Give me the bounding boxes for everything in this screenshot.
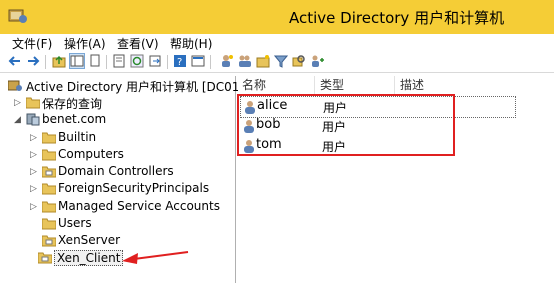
user-icon: [245, 101, 255, 114]
column-header-description[interactable]: 描述: [400, 76, 548, 94]
toolbar: ?: [0, 52, 554, 73]
menu-action[interactable]: 操作(A): [64, 35, 106, 52]
annotation-arrow-icon: [122, 251, 189, 264]
expand-arrow-icon[interactable]: ▷: [30, 150, 40, 160]
details-pane: 名称 类型 描述 alice 用户 bob 用户 tom 用户: [238, 76, 554, 283]
filter-icon[interactable]: [274, 54, 288, 68]
up-icon[interactable]: [52, 54, 66, 68]
console-icon[interactable]: [191, 54, 205, 68]
add-ou-icon[interactable]: [256, 54, 270, 68]
domain-icon: [26, 113, 40, 126]
list-row-tom[interactable]: tom 用户: [240, 136, 552, 156]
toolbar-separator: [210, 55, 211, 69]
folder-icon: [42, 201, 56, 213]
folder-icon: [42, 132, 56, 144]
help-icon[interactable]: ?: [173, 54, 187, 68]
toolbar-separator: [167, 55, 168, 69]
forward-icon[interactable]: [26, 54, 40, 68]
add-to-group-icon[interactable]: [310, 54, 324, 68]
column-header-type[interactable]: 类型: [320, 76, 395, 94]
tree-root-label: Active Directory 用户和计算机 [DC01: [26, 80, 240, 94]
console-tree: Active Directory 用户和计算机 [DC01 ▷ 保存的查询 ◢ …: [0, 76, 240, 283]
ou-icon: [42, 166, 56, 178]
ad-users-computers-icon: [8, 9, 27, 23]
folder-icon: [42, 218, 56, 230]
add-user-icon[interactable]: [220, 54, 234, 68]
svg-text:?: ?: [177, 57, 182, 68]
expand-arrow-icon[interactable]: ▷: [30, 202, 40, 212]
folder-icon: [26, 97, 40, 109]
title-bar: Active Directory 用户和计算机: [0, 0, 554, 34]
list-row-alice[interactable]: alice 用户: [240, 96, 516, 118]
expand-arrow-icon[interactable]: ▷: [30, 184, 40, 194]
toolbar-separator: [106, 55, 107, 69]
ou-icon: [38, 252, 52, 264]
column-header-name[interactable]: 名称: [242, 76, 315, 94]
toolbar-separator: [45, 55, 46, 69]
collapse-arrow-icon[interactable]: ◢: [14, 115, 24, 125]
menu-help[interactable]: 帮助(H): [170, 35, 212, 52]
menu-bar: 文件(F) 操作(A) 查看(V) 帮助(H): [0, 34, 554, 52]
properties-icon[interactable]: [112, 54, 126, 68]
find-icon[interactable]: [292, 54, 306, 68]
ou-icon: [42, 235, 56, 247]
add-group-icon[interactable]: [238, 54, 252, 68]
expand-arrow-icon[interactable]: ▷: [14, 98, 24, 108]
expand-arrow-icon[interactable]: ▷: [30, 133, 40, 143]
user-icon: [244, 140, 254, 153]
folder-icon: [42, 183, 56, 195]
ad-users-computers-icon: [8, 80, 22, 91]
expand-arrow-icon[interactable]: ▷: [30, 167, 40, 177]
folder-icon: [42, 149, 56, 161]
menu-view[interactable]: 查看(V): [117, 35, 159, 52]
list-row-bob[interactable]: bob 用户: [240, 116, 552, 136]
user-icon: [244, 120, 254, 133]
menu-file[interactable]: 文件(F): [12, 35, 52, 52]
copy-icon[interactable]: [88, 54, 102, 68]
show-tree-icon[interactable]: [69, 53, 85, 69]
refresh-icon[interactable]: [130, 54, 144, 68]
window-title: Active Directory 用户和计算机: [289, 9, 505, 27]
back-icon[interactable]: [8, 54, 22, 68]
export-icon[interactable]: [148, 54, 162, 68]
